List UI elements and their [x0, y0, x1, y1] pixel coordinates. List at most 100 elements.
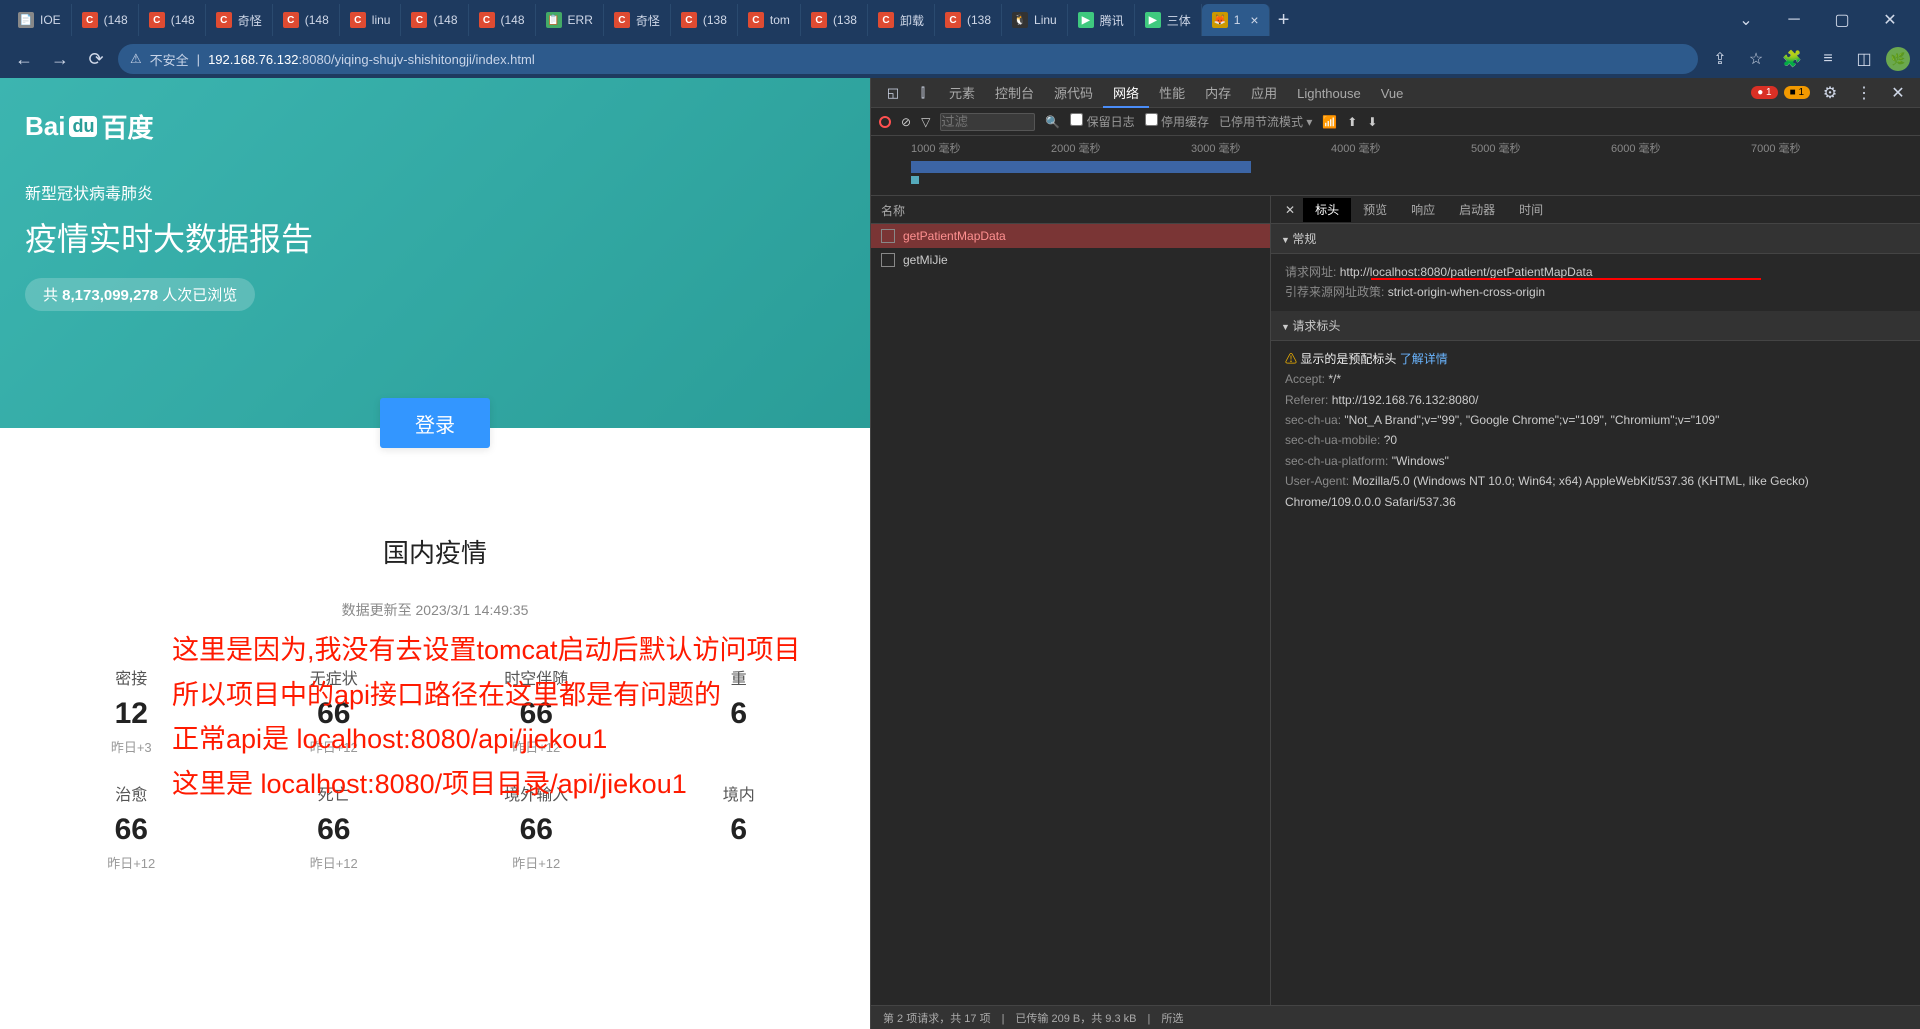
devtools-tabs: ◱ ⫿ 元素控制台源代码网络性能内存应用LighthouseVue ● 1 ■ …	[871, 78, 1920, 108]
list-icon[interactable]: ≡	[1814, 45, 1842, 73]
browser-tab[interactable]: ▶腾讯	[1068, 4, 1135, 36]
clear-icon[interactable]: ⊘	[901, 115, 911, 129]
timeline-tick: 1000 毫秒	[911, 140, 1051, 156]
browser-tab[interactable]: C奇怪	[206, 4, 273, 36]
toolbar: ← → ⟳ ⚠ 不安全 | 192.168.76.132:8080/yiqing…	[0, 40, 1920, 78]
url-bar[interactable]: ⚠ 不安全 | 192.168.76.132:8080/yiqing-shujv…	[118, 44, 1698, 74]
browser-tab[interactable]: Ctom	[738, 4, 801, 36]
maximize-button[interactable]: ▢	[1820, 4, 1864, 36]
hero: Baidu百度 新型冠状病毒肺炎 疫情实时大数据报告 共 8,173,099,2…	[0, 78, 870, 428]
timeline[interactable]: 1000 毫秒2000 毫秒3000 毫秒4000 毫秒5000 毫秒6000 …	[871, 136, 1920, 196]
browser-tab[interactable]: Clinu	[340, 4, 402, 36]
browser-tab[interactable]: 🦊1×	[1202, 4, 1270, 36]
request-list: 名称 getPatientMapDatagetMiJie	[871, 196, 1271, 1005]
network-toolbar: ⊘ ▽ 🔍 保留日志 停用缓存 已停用节流模式 ▾ 📶 ⬆ ⬇	[871, 108, 1920, 136]
network-request[interactable]: getPatientMapData	[871, 224, 1270, 248]
request-detail: ✕ 标头预览响应启动器时间 常规 请求网址: http://localhost:…	[1271, 196, 1920, 1005]
warning-badge[interactable]: ■ 1	[1784, 86, 1810, 99]
timeline-tick: 3000 毫秒	[1191, 140, 1331, 156]
wifi-icon[interactable]: 📶	[1322, 115, 1337, 129]
network-request[interactable]: getMiJie	[871, 248, 1270, 272]
browser-tab[interactable]: C(148	[72, 4, 139, 36]
browser-tab[interactable]: C奇怪	[604, 4, 671, 36]
browser-tab[interactable]: ▶三体	[1135, 4, 1202, 36]
headers-body: ⚠ 显示的是预配标头 了解详情 Accept: */*Referer: http…	[1271, 341, 1920, 1005]
extension-icon[interactable]: 🧩	[1778, 45, 1806, 73]
inspect-icon[interactable]: ◱	[879, 79, 907, 107]
detail-tab[interactable]: 启动器	[1447, 198, 1507, 222]
star-icon[interactable]: ☆	[1742, 45, 1770, 73]
section-title: 国内疫情	[0, 533, 870, 570]
panel-icon[interactable]: ◫	[1850, 45, 1878, 73]
browser-tab[interactable]: C(138	[671, 4, 738, 36]
search-icon[interactable]: 🔍	[1045, 115, 1060, 129]
request-headers-section[interactable]: 请求标头	[1271, 311, 1920, 341]
header-row: sec-ch-ua-platform: "Windows"	[1285, 451, 1906, 471]
minimize-button[interactable]: ─	[1772, 4, 1816, 36]
insecure-label: 不安全	[150, 50, 189, 69]
timeline-tick: 7000 毫秒	[1751, 140, 1891, 156]
devtools-tab[interactable]: Lighthouse	[1287, 81, 1371, 106]
browser-tab[interactable]: 🐧Linu	[1002, 4, 1068, 36]
devtools-tab[interactable]: 性能	[1149, 81, 1195, 106]
browser-tab[interactable]: C(148	[469, 4, 536, 36]
gear-icon[interactable]: ⚙	[1816, 79, 1844, 107]
browser-tab[interactable]: C(138	[935, 4, 1002, 36]
devtools-tab[interactable]: 内存	[1195, 81, 1241, 106]
timeline-tick: 2000 毫秒	[1051, 140, 1191, 156]
record-button[interactable]	[879, 116, 891, 128]
upload-icon[interactable]: ⬆	[1347, 115, 1357, 129]
share-icon[interactable]: ⇪	[1706, 45, 1734, 73]
device-icon[interactable]: ⫿	[909, 79, 937, 107]
browser-tab[interactable]: 📋ERR	[536, 4, 604, 36]
detail-close-icon[interactable]: ✕	[1277, 203, 1303, 217]
stat-card: 治愈66昨日+12	[76, 781, 186, 872]
browser-tab[interactable]: C(148	[401, 4, 468, 36]
download-icon[interactable]: ⬇	[1367, 115, 1377, 129]
devtools-tab[interactable]: 源代码	[1044, 81, 1103, 106]
disable-cache-checkbox[interactable]: 停用缓存	[1145, 113, 1209, 130]
header-row: Referer: http://192.168.76.132:8080/	[1285, 390, 1906, 410]
tabs: 📄IOEC(148C(148C奇怪C(148ClinuC(148C(148📋ER…	[8, 4, 1270, 36]
devtools-tab[interactable]: 网络	[1103, 81, 1149, 108]
browser-tab[interactable]: C(138	[801, 4, 868, 36]
back-button[interactable]: ←	[10, 45, 38, 73]
detail-tab[interactable]: 时间	[1507, 198, 1555, 222]
browser-tab[interactable]: C(148	[139, 4, 206, 36]
browser-tab[interactable]: C卸载	[868, 4, 935, 36]
detail-tab[interactable]: 响应	[1399, 198, 1447, 222]
timeline-tick: 4000 毫秒	[1331, 140, 1471, 156]
chevron-down-icon[interactable]: ⌄	[1724, 4, 1768, 36]
learn-more-link[interactable]: 了解详情	[1400, 352, 1448, 366]
detail-tabs: ✕ 标头预览响应启动器时间	[1271, 196, 1920, 224]
warning-icon: ⚠	[1285, 352, 1297, 366]
devtools-tab[interactable]: 控制台	[985, 81, 1044, 106]
update-time: 数据更新至 2023/3/1 14:49:35	[0, 600, 870, 620]
browser-tab[interactable]: 📄IOE	[8, 4, 72, 36]
devtools-tab[interactable]: Vue	[1371, 81, 1414, 106]
close-button[interactable]: ✕	[1868, 4, 1912, 36]
detail-tab[interactable]: 预览	[1351, 198, 1399, 222]
devtools-tab[interactable]: 元素	[939, 81, 985, 106]
filter-input[interactable]	[940, 113, 1035, 131]
detail-tab[interactable]: 标头	[1303, 198, 1351, 222]
general-section[interactable]: 常规	[1271, 224, 1920, 254]
name-column-header[interactable]: 名称	[871, 196, 1270, 224]
view-count-chip: 共 8,173,099,278 人次已浏览	[25, 278, 255, 311]
login-button[interactable]: 登录	[380, 398, 490, 448]
devtools-main: 名称 getPatientMapDatagetMiJie ✕ 标头预览响应启动器…	[871, 196, 1920, 1005]
annotation-underline	[1371, 278, 1761, 280]
preserve-log-checkbox[interactable]: 保留日志	[1070, 113, 1134, 130]
devtools-close-icon[interactable]: ✕	[1884, 79, 1912, 107]
browser-tab[interactable]: C(148	[273, 4, 340, 36]
throttle-select[interactable]: 已停用节流模式 ▾	[1219, 113, 1312, 130]
reload-button[interactable]: ⟳	[82, 45, 110, 73]
timeline-tick: 6000 毫秒	[1611, 140, 1751, 156]
filter-icon[interactable]: ▽	[921, 115, 930, 129]
avatar[interactable]: 🌿	[1886, 47, 1910, 71]
more-icon[interactable]: ⋮	[1850, 79, 1878, 107]
error-badge[interactable]: ● 1	[1751, 86, 1777, 99]
forward-button[interactable]: →	[46, 45, 74, 73]
devtools-tab[interactable]: 应用	[1241, 81, 1287, 106]
new-tab-button[interactable]: +	[1270, 6, 1298, 34]
